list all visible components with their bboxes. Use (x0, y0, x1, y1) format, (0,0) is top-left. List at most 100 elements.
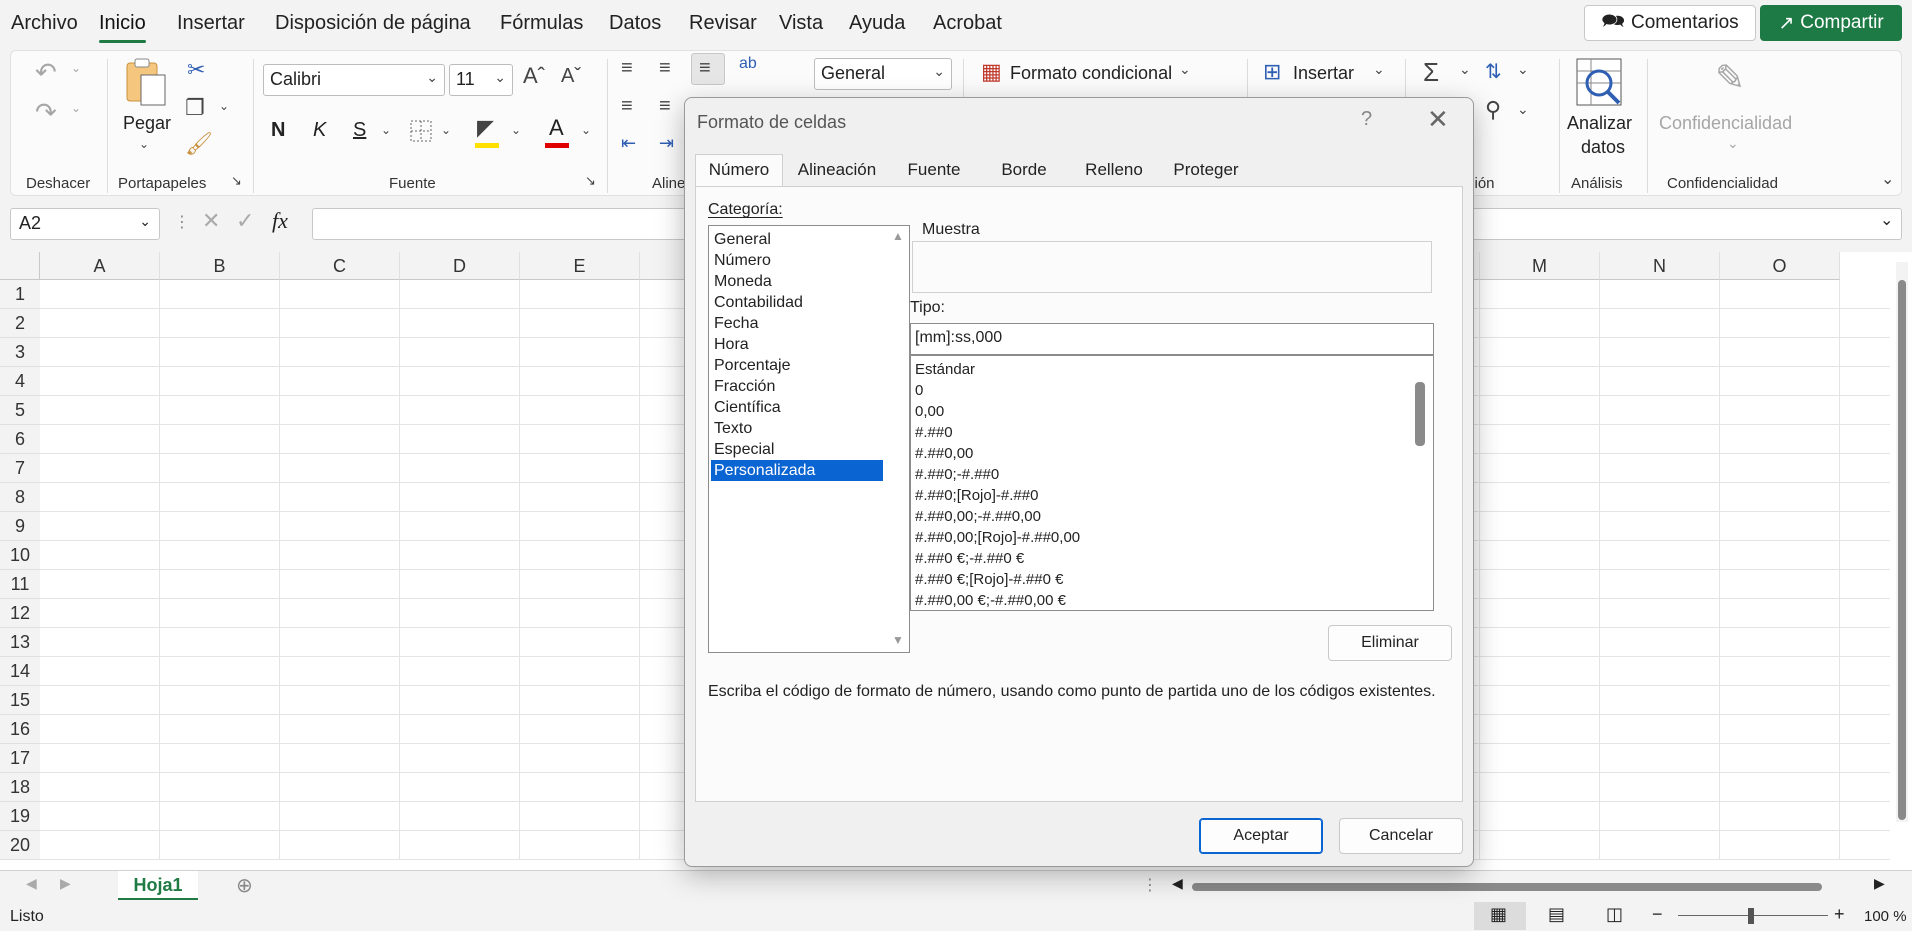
scroll-down-icon[interactable]: ▼ (892, 633, 904, 647)
column-header[interactable]: D (400, 252, 520, 280)
insert-cells-icon[interactable]: ⊞ (1263, 59, 1281, 85)
underline-dropdown-icon[interactable]: ⌄ (381, 123, 391, 137)
category-item[interactable]: Fecha (711, 313, 883, 334)
paste-dropdown-icon[interactable]: ⌄ (139, 137, 149, 151)
close-icon[interactable]: ✕ (1427, 104, 1449, 135)
wrap-text-icon[interactable]: ab (739, 55, 757, 73)
row-header[interactable]: 1 (0, 280, 40, 309)
font-size-combo[interactable]: 11 ⌄ (449, 64, 513, 96)
format-code-item[interactable]: #.##0 €;-#.##0 € (915, 548, 1024, 569)
copy-dropdown-icon[interactable]: ⌄ (219, 99, 229, 113)
horizontal-scroll-thumb[interactable] (1192, 883, 1822, 891)
scroll-left-icon[interactable]: ◀ (1172, 875, 1183, 892)
scroll-up-icon[interactable]: ▲ (892, 229, 904, 243)
row-header[interactable]: 8 (0, 483, 40, 512)
autosum-icon[interactable]: Σ (1423, 57, 1439, 88)
row-header[interactable]: 10 (0, 541, 40, 570)
row-header[interactable]: 11 (0, 570, 40, 599)
menu-formulas[interactable]: Fórmulas (500, 12, 583, 35)
zoom-out-icon[interactable]: − (1652, 904, 1663, 925)
menu-revisar[interactable]: Revisar (689, 12, 757, 35)
tab-fuente[interactable]: Fuente (891, 154, 977, 186)
menu-vista[interactable]: Vista (779, 12, 823, 35)
decrease-font-icon[interactable]: Aˇ (561, 65, 581, 88)
menu-disposicion[interactable]: Disposición de página (275, 12, 471, 35)
find-icon[interactable]: ⚲ (1485, 97, 1501, 123)
collapse-ribbon-icon[interactable]: ⌄ (1881, 169, 1894, 189)
menu-archivo[interactable]: Archivo (11, 12, 78, 35)
conditional-format-dropdown-icon[interactable]: ⌄ (1179, 61, 1191, 78)
analyze-data-label-1[interactable]: Analizar (1567, 113, 1632, 134)
menu-acrobat[interactable]: Acrobat (933, 12, 1002, 35)
format-code-item[interactable]: 0 (915, 380, 923, 401)
menu-inicio[interactable]: Inicio (99, 12, 146, 43)
prev-sheet-icon[interactable]: ◀ (26, 875, 37, 892)
redo-dropdown-icon[interactable]: ⌄ (71, 101, 81, 115)
row-header[interactable]: 13 (0, 628, 40, 657)
format-code-item[interactable]: #.##0,00;[Rojo]-#.##0,00 (915, 527, 1080, 548)
row-header[interactable]: 9 (0, 512, 40, 541)
cut-icon[interactable]: ✂ (187, 57, 205, 83)
column-header[interactable]: O (1720, 252, 1840, 280)
tab-proteger[interactable]: Proteger (1161, 154, 1251, 186)
category-item[interactable]: Especial (711, 439, 883, 460)
align-left-icon[interactable]: ≡ (621, 95, 633, 118)
format-code-item[interactable]: #.##0 (915, 422, 953, 443)
tab-relleno[interactable]: Relleno (1071, 154, 1157, 186)
format-code-item[interactable]: 0,00 (915, 401, 944, 422)
select-all-corner[interactable] (0, 252, 40, 280)
cancel-entry-icon[interactable]: ✕ (202, 208, 220, 234)
analyze-data-icon[interactable] (1573, 57, 1625, 109)
ok-button[interactable]: Aceptar (1199, 818, 1323, 854)
undo-icon[interactable]: ↶ (35, 57, 57, 88)
category-item[interactable]: Texto (711, 418, 883, 439)
align-middle-icon[interactable]: ≡ (659, 57, 671, 80)
clipboard-launcher-icon[interactable]: ↘ (231, 173, 242, 189)
font-color-dropdown-icon[interactable]: ⌄ (581, 123, 591, 137)
align-top-icon[interactable]: ≡ (621, 57, 633, 80)
decrease-indent-icon[interactable]: ⇤ (621, 133, 636, 154)
sort-dropdown-icon[interactable]: ⌄ (1517, 61, 1529, 78)
menu-insertar[interactable]: Insertar (177, 12, 245, 35)
format-painter-icon[interactable]: 🖌 (185, 131, 213, 157)
expand-formula-icon[interactable]: ⌄ (1880, 210, 1893, 230)
name-box[interactable]: A2 ⌄ (10, 208, 160, 240)
increase-font-icon[interactable]: Aˆ (523, 63, 545, 89)
category-scrollbar[interactable]: ▲ ▼ (888, 227, 908, 651)
tab-numero[interactable]: Número (695, 154, 783, 188)
format-code-item[interactable]: #.##0,00 (915, 443, 973, 464)
category-item[interactable]: Hora (711, 334, 883, 355)
zoom-slider-thumb[interactable] (1748, 908, 1754, 924)
zoom-level[interactable]: 100 % (1864, 908, 1907, 925)
column-header[interactable]: B (160, 252, 280, 280)
comments-button[interactable]: 🗪 Comentarios (1584, 5, 1756, 41)
category-item[interactable]: Contabilidad (711, 292, 883, 313)
paste-label[interactable]: Pegar (123, 113, 171, 134)
insert-dropdown-icon[interactable]: ⌄ (1373, 61, 1385, 78)
scroll-right-icon[interactable]: ▶ (1874, 875, 1885, 892)
font-name-combo[interactable]: Calibri ⌄ (263, 64, 445, 96)
row-header[interactable]: 4 (0, 367, 40, 396)
find-dropdown-icon[interactable]: ⌄ (1517, 101, 1529, 118)
analyze-data-label-2[interactable]: datos (1581, 137, 1625, 158)
column-header[interactable]: M (1480, 252, 1600, 280)
format-code-item[interactable]: Estándar (915, 359, 975, 380)
row-header[interactable]: 2 (0, 309, 40, 338)
row-header[interactable]: 7 (0, 454, 40, 483)
tab-alineacion[interactable]: Alineación (787, 154, 887, 186)
bold-button[interactable]: N (271, 119, 285, 142)
row-header[interactable]: 6 (0, 425, 40, 454)
column-header[interactable]: A (40, 252, 160, 280)
font-launcher-icon[interactable]: ↘ (585, 173, 596, 189)
vertical-scroll-thumb[interactable] (1898, 280, 1906, 820)
row-header[interactable]: 20 (0, 831, 40, 860)
format-code-item[interactable]: #.##0;-#.##0 (915, 464, 999, 485)
row-header[interactable]: 14 (0, 657, 40, 686)
row-header[interactable]: 3 (0, 338, 40, 367)
tab-borde[interactable]: Borde (981, 154, 1067, 186)
row-header[interactable]: 18 (0, 773, 40, 802)
redo-icon[interactable]: ↷ (35, 97, 57, 128)
column-header[interactable]: N (1600, 252, 1720, 280)
insert-cells-label[interactable]: Insertar (1293, 63, 1354, 84)
cancel-button[interactable]: Cancelar (1339, 818, 1463, 854)
